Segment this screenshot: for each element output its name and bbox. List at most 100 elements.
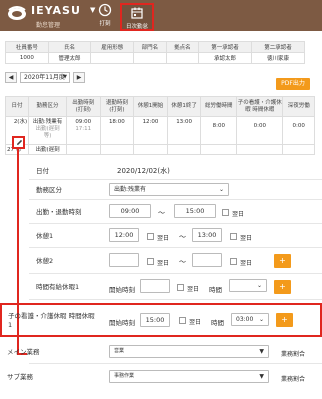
break1-start-next-day-checkbox[interactable] — [147, 233, 154, 240]
break1-end-next-day-checkbox[interactable] — [230, 233, 237, 240]
chevron-down-icon: ▼ — [259, 373, 264, 380]
nav-daily-attendance[interactable]: 日次勤怠 — [120, 3, 154, 31]
hours-label: 時間 — [209, 286, 222, 294]
next-day-label: 翌日 — [157, 235, 170, 242]
row-clock-in-sub: 17:11 — [75, 126, 92, 132]
clock-in-input[interactable]: 09:00 — [109, 204, 151, 218]
row-break-start: 12:00 — [133, 116, 168, 145]
care-leave-start-input[interactable]: 15:00 — [140, 313, 170, 327]
col-header: 出勤時刻 (打刻) — [65, 96, 101, 117]
clock-out-input[interactable]: 15:00 — [174, 204, 216, 218]
col-header: 深夜労働 — [282, 96, 315, 117]
next-day-label: 翌日 — [157, 260, 170, 267]
break1-end-input[interactable]: 13:00 — [192, 228, 222, 242]
col-header: 退勤時刻 (打刻) — [99, 96, 135, 117]
month-select-value: 2020年11月度 — [24, 74, 65, 81]
table-row[interactable]: 27 ☺ 出勤(遅刻 — [4, 144, 315, 155]
next-day-label: 翌日 — [187, 286, 200, 293]
row-night-work: 0:00 — [282, 116, 315, 145]
hours-label: 時間 — [211, 319, 224, 327]
col-header: 日付 — [4, 96, 30, 117]
chevron-down-icon: ▼ — [63, 74, 67, 80]
paid-leave-next-day-checkbox[interactable] — [177, 284, 184, 291]
add-paid-leave-button[interactable]: + — [274, 280, 291, 294]
break1-start-input[interactable]: 12:00 — [109, 228, 139, 242]
form-row-care-leave: 子の看護・介護休暇 時間休暇1 開始時刻 15:00 翌日 時間 03:00 ⌄… — [0, 303, 322, 337]
col-header: 総労働時間 — [200, 96, 238, 117]
form-row-main-work: メイン業務 営業 ▼ 業務割合 — [7, 340, 322, 364]
col-header: 勤務区分 — [28, 96, 67, 117]
row-work-type: 出勤:残業有 出勤(遅刻 等) — [28, 116, 67, 145]
edit-form-panel: 日付 2020/12/02(水) 勤務区分 出勤:残業有 ⌄ 出勤・退勤時刻 0… — [0, 160, 322, 399]
care-leave-hours-value: 03:00 — [236, 316, 254, 323]
attendance-table: 日付 勤務区分 出勤時刻 (打刻) 退勤時刻 (打刻) 休憩1開始 休憩1終了 … — [4, 96, 315, 155]
col-header: 部門名 — [133, 41, 167, 53]
col-header: 休憩1終了 — [166, 96, 202, 117]
next-day-label: 翌日 — [232, 211, 245, 218]
add-break-button[interactable]: + — [274, 254, 291, 268]
form-row-paid-leave: 時間有給休暇1 開始時刻 翌日 時間 ⌄ + — [29, 274, 322, 300]
inout-label: 出勤・退勤時刻 — [36, 208, 82, 216]
care-leave-hours-select[interactable]: 03:00 ⌄ — [231, 313, 269, 326]
col-header: 拠点名 — [165, 41, 200, 53]
form-row-break2: 休憩2 翌日 ～ 翌日 + — [29, 248, 322, 274]
break2-label: 休憩2 — [36, 257, 54, 265]
logo[interactable]: IEYASU ▼ 勤怠管理 — [6, 4, 95, 29]
break1-label: 休憩1 — [36, 232, 54, 240]
row-work-type-sub: 出勤(遅刻 等) — [35, 126, 60, 139]
logo-subtitle: 勤怠管理 — [36, 22, 61, 29]
table-row[interactable]: 2(水) 出勤:残業有 出勤(遅刻 等) 09:00 17:11 18:00 1… — [4, 116, 315, 145]
next-month-button[interactable]: ▶ — [73, 72, 85, 83]
add-care-leave-button[interactable]: + — [276, 313, 293, 327]
col-header: 雇用形態 — [90, 41, 135, 53]
app-header: IEYASU ▼ 勤怠管理 打刻 日次勤怠 — [0, 0, 322, 31]
next-day-label: 翌日 — [240, 260, 253, 267]
main-work-value: 営業 — [114, 348, 125, 354]
calendar-icon — [131, 7, 143, 19]
form-row-date: 日付 2020/12/02(水) — [29, 160, 322, 180]
main-work-ratio-label: 業務割合 — [281, 351, 306, 358]
col-header: 社員番号 — [5, 41, 49, 53]
sub-work-ratio-label: 業務割合 — [281, 376, 306, 383]
nav-clock[interactable]: 打刻 — [88, 2, 122, 30]
next-day-checkbox[interactable] — [222, 209, 229, 216]
sub-work-select[interactable]: 事務作業 ▼ — [109, 370, 269, 383]
edit-button[interactable] — [12, 136, 25, 149]
date-label: 日付 — [36, 167, 49, 175]
sub-work-value: 事務作業 — [114, 373, 135, 379]
row-break-end: 13:00 — [166, 116, 202, 145]
care-leave-next-day-checkbox[interactable] — [179, 317, 186, 324]
row-clock-in: 09:00 17:11 — [65, 116, 101, 145]
main-work-label: メイン業務 — [7, 348, 40, 356]
paid-leave-start-input[interactable] — [140, 279, 170, 293]
pencil-icon — [17, 139, 23, 145]
col-header: 第一承認者 — [198, 41, 253, 53]
pdf-export-button[interactable]: PDF出力 — [276, 78, 310, 90]
month-select[interactable]: 2020年11月度 ▼ — [20, 72, 70, 83]
break2-end-next-day-checkbox[interactable] — [230, 258, 237, 265]
main-work-select[interactable]: 営業 ▼ — [109, 345, 269, 358]
paid-leave-hours-select[interactable]: ⌄ — [229, 279, 267, 292]
chevron-down-icon: ⌄ — [256, 282, 262, 289]
prev-month-button[interactable]: ◀ — [5, 72, 17, 83]
start-time-label: 開始時刻 — [109, 286, 135, 294]
month-navigator: ◀ 2020年11月度 ▼ ▶ — [5, 72, 85, 83]
clock-icon — [98, 3, 112, 17]
work-type-select[interactable]: 出勤:残業有 ⌄ — [109, 183, 229, 196]
chevron-down-icon: ▼ — [259, 348, 264, 355]
work-type-label: 勤務区分 — [36, 186, 62, 194]
break2-end-input[interactable] — [192, 253, 222, 267]
break2-start-next-day-checkbox[interactable] — [147, 258, 154, 265]
location — [165, 52, 200, 64]
tokugawa-crest-icon — [8, 6, 26, 20]
paid-leave-label: 時間有給休暇1 — [36, 283, 80, 291]
employee-info-table: 社員番号 氏名 雇用形態 部門名 拠点名 第一承認者 第二承認者 1000 管理… — [5, 41, 305, 64]
row-work-type: 出勤(遅刻 — [28, 144, 67, 155]
employee-id: 1000 — [5, 52, 49, 64]
break2-start-input[interactable] — [109, 253, 139, 267]
range-tilde: ～ — [158, 209, 165, 217]
form-row-break1: 休憩1 12:00 翌日 ～ 13:00 翌日 — [29, 224, 322, 248]
form-row-work-type: 勤務区分 出勤:残業有 ⌄ — [29, 180, 322, 200]
second-approver: 徳川家康 — [251, 52, 305, 64]
next-day-label: 翌日 — [189, 319, 202, 326]
